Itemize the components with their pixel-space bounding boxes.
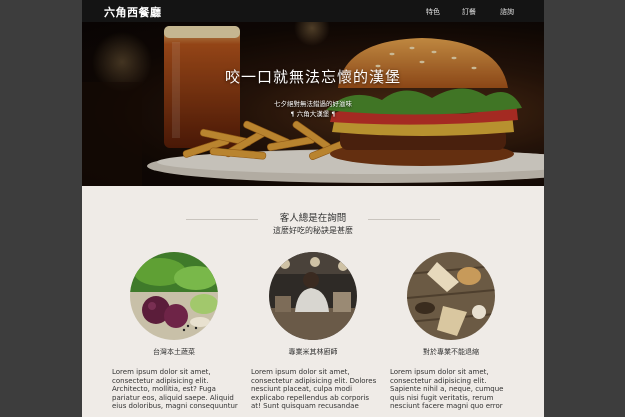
section-subtitle: 這麼好吃的秘訣是甚麼 (273, 226, 353, 235)
feature-image-vegetables (130, 252, 218, 340)
nav-link-order[interactable]: 訂餐 (462, 7, 476, 17)
hero-banner: 咬一口就無法忘懷的漢堡 七夕絕對無法錯過的好滋味 ¶ 六角大漢堡 ¶ (82, 22, 544, 186)
hero-subtitle: 七夕絕對無法錯過的好滋味 (274, 100, 352, 108)
landing-page: 六角西餐廳 特色 訂餐 諮詢 咬一口就無法忘懷的漢堡 七夕絕對無法錯過的好滋味 … (82, 0, 544, 417)
feature-image-professional (407, 252, 495, 340)
feature-description-chef: Lorem ipsum dolor sit amet, consectetur … (251, 368, 377, 410)
feature-description-professional: Lorem ipsum dolor sit amet, consectetur … (390, 368, 504, 410)
nav-link-features[interactable]: 特色 (426, 7, 440, 17)
feature-professional: 對於專業不能退縮 (381, 252, 521, 357)
feature-label-professional: 對於專業不能退縮 (423, 348, 479, 356)
hero-tagline: ¶ 六角大漢堡 ¶ (290, 110, 336, 118)
nav-link-contact[interactable]: 諮詢 (500, 7, 514, 17)
section-title: 客人總是在詢問 (279, 213, 347, 224)
feature-vegetables: 台灣本土蔬菜 (104, 252, 244, 357)
feature-label-chef: 專業米其林廚師 (288, 348, 338, 356)
top-navbar: 六角西餐廳 特色 訂餐 諮詢 (82, 0, 544, 22)
feature-label-vegetables: 台灣本土蔬菜 (153, 348, 195, 356)
feature-description-vegetables: Lorem ipsum dolor sit amet, consectetur … (112, 368, 238, 410)
feature-image-chef (269, 252, 357, 340)
feature-chef: 專業米其林廚師 (243, 252, 383, 357)
brand-logo[interactable]: 六角西餐廳 (104, 4, 162, 20)
hero-title: 咬一口就無法忘懷的漢堡 (224, 68, 401, 86)
